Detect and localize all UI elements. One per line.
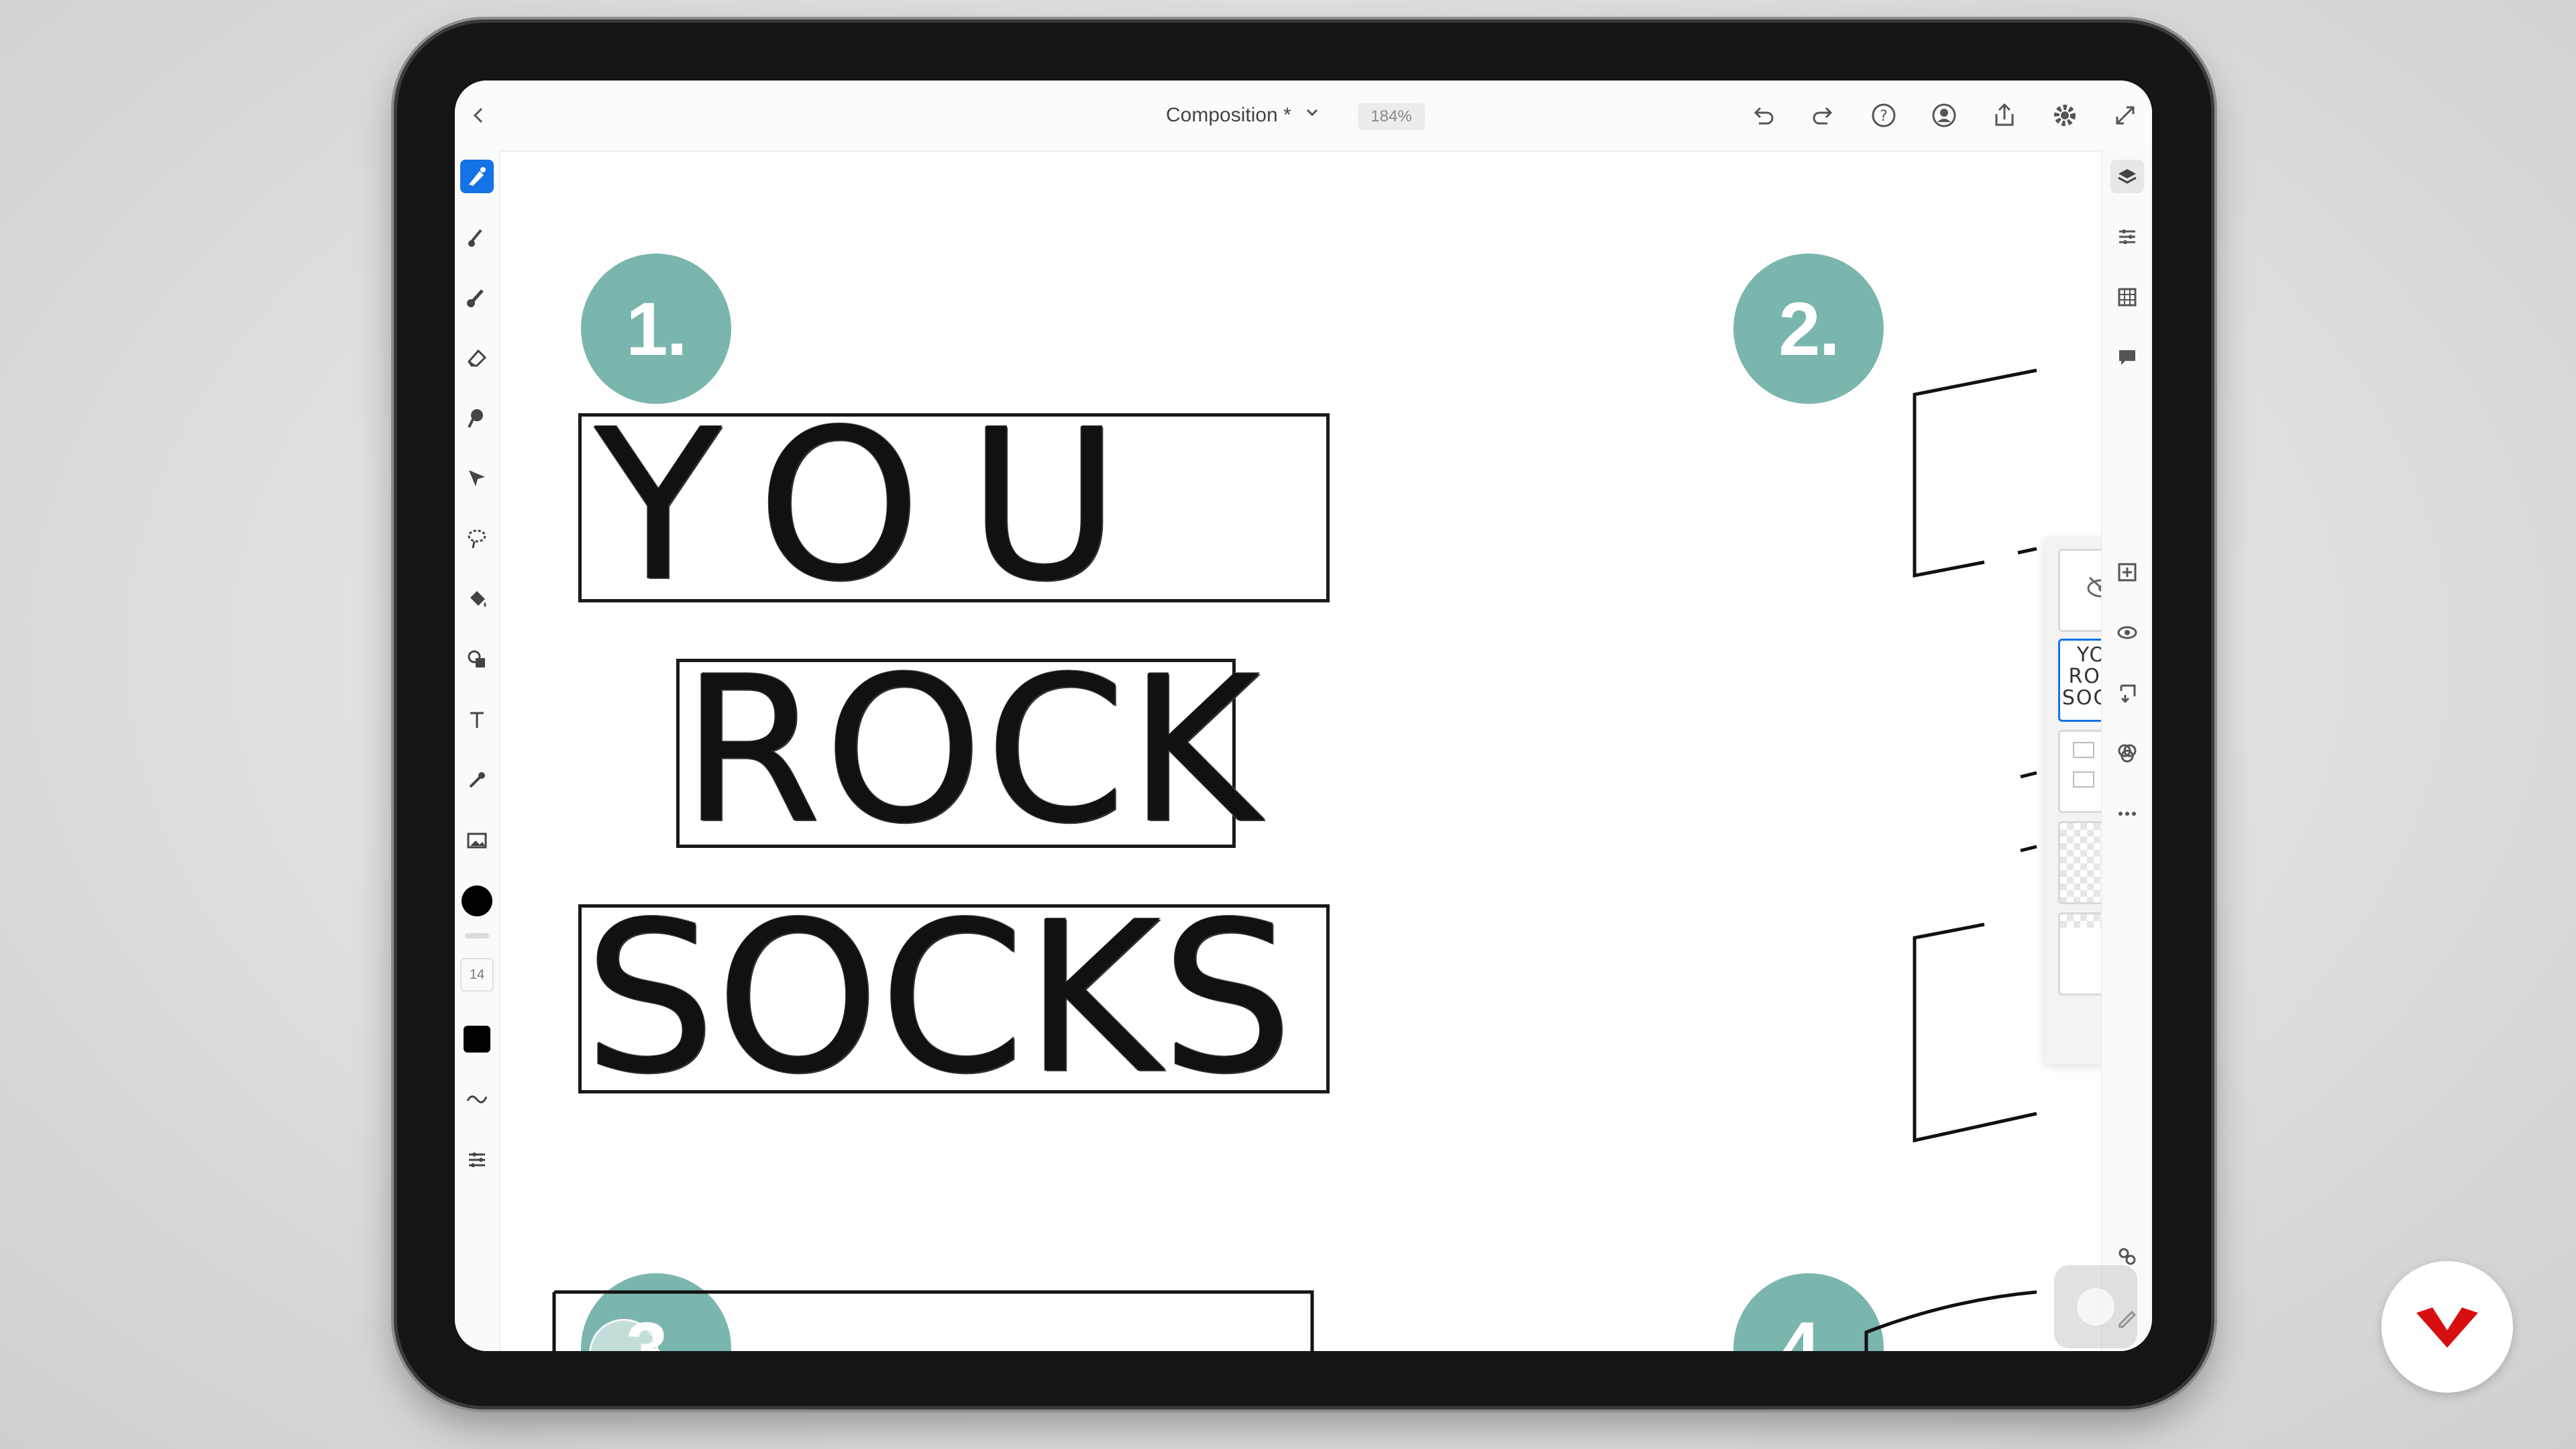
visibility-icon[interactable]	[2110, 616, 2144, 649]
zoom-level[interactable]: 184%	[1358, 103, 1425, 130]
svg-text:?: ?	[1880, 108, 1888, 125]
brush-smoothing-icon[interactable]	[460, 1083, 494, 1116]
back-icon[interactable]	[464, 101, 494, 130]
step-badge-1: 1.	[581, 254, 731, 404]
fullscreen-icon[interactable]	[2110, 101, 2140, 130]
fill-icon[interactable]	[460, 582, 494, 616]
brush-settings-icon[interactable]	[460, 1143, 494, 1177]
tools-toolbar: 14	[455, 150, 500, 1351]
account-icon[interactable]	[1929, 101, 1959, 130]
touch-shortcut-bubble[interactable]	[2054, 1265, 2137, 1348]
right-panel	[2101, 150, 2152, 1351]
vector-brush-icon[interactable]	[460, 280, 494, 314]
brush-size-field[interactable]: 14	[460, 958, 494, 991]
brush-size-value: 14	[460, 958, 494, 991]
transform-icon[interactable]	[460, 462, 494, 495]
layer-properties-icon[interactable]	[2110, 220, 2144, 254]
color-swatch[interactable]	[460, 884, 494, 918]
document-title-menu[interactable]: Composition *	[1166, 97, 1321, 134]
shapes-icon[interactable]	[460, 643, 494, 676]
smudge-icon[interactable]	[460, 401, 494, 435]
eraser-icon[interactable]	[460, 341, 494, 374]
comments-icon[interactable]	[2110, 341, 2144, 374]
grid-icon[interactable]	[2110, 280, 2144, 314]
add-layer-icon[interactable]	[2110, 555, 2144, 589]
text-icon[interactable]	[460, 703, 494, 737]
opacity-slider[interactable]	[460, 931, 494, 941]
brush-color-square[interactable]	[460, 1022, 494, 1056]
layers-icon[interactable]	[2110, 160, 2144, 193]
logo-mark-icon	[2416, 1307, 2478, 1348]
live-brush-icon[interactable]	[460, 220, 494, 254]
word-you: YOU	[594, 384, 1167, 627]
eyedropper-icon[interactable]	[460, 763, 494, 797]
pixel-brush-icon[interactable]	[460, 160, 494, 193]
image-icon[interactable]	[460, 824, 494, 857]
step-badge-4: 4.	[1733, 1273, 1884, 1351]
blend-icon[interactable]	[2110, 737, 2144, 770]
brand-logo	[2381, 1261, 2513, 1393]
selection-icon[interactable]	[460, 522, 494, 555]
ipad-frame: Composition * 184% ? 14 1. 2. 3. 4. YOU …	[397, 23, 2211, 1406]
top-bar: Composition * 184% ?	[455, 80, 2152, 152]
help-icon[interactable]: ?	[1869, 101, 1898, 130]
app-screen: Composition * 184% ? 14 1. 2. 3. 4. YOU …	[455, 80, 2152, 1351]
drawing-canvas[interactable]: 1. 2. 3. 4. YOU ROCK SOCKS	[500, 152, 2102, 1351]
step-badge-2: 2.	[1733, 254, 1884, 404]
settings-icon[interactable]	[2050, 101, 2080, 130]
word-rock: ROCK	[682, 633, 1263, 867]
merge-icon[interactable]	[2110, 676, 2144, 710]
undo-icon[interactable]	[1748, 101, 1778, 130]
chevron-down-icon	[1303, 104, 1321, 127]
word-socks: SOCKS	[584, 877, 1293, 1120]
document-title: Composition *	[1166, 104, 1291, 126]
redo-icon[interactable]	[1809, 101, 1838, 130]
more-icon[interactable]	[2110, 797, 2144, 830]
share-icon[interactable]	[1990, 101, 2019, 130]
